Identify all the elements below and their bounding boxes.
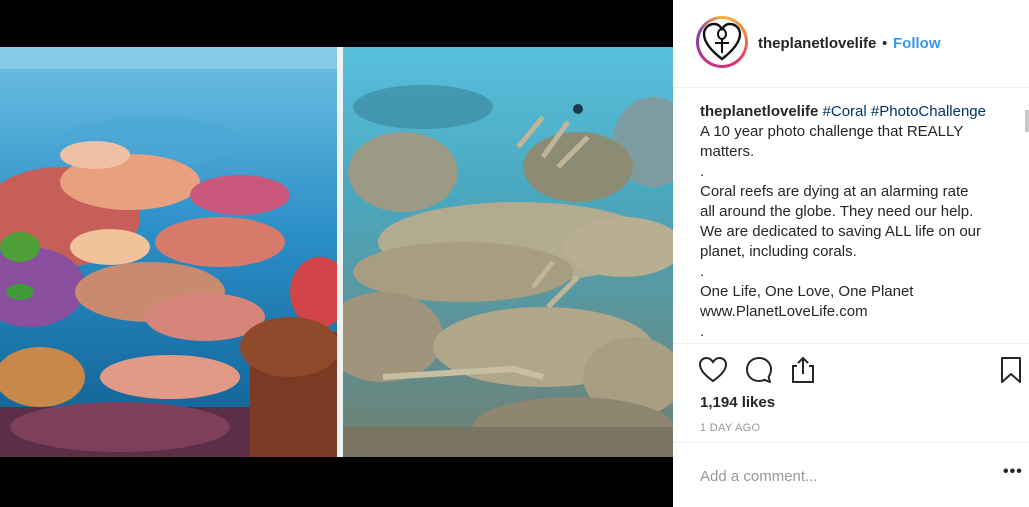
heart-icon[interactable] <box>697 354 729 386</box>
caption-line: We are dedicated to saving ALL life on o… <box>700 223 982 240</box>
more-options-icon[interactable]: ••• <box>1003 464 1023 483</box>
caption-username-link[interactable]: theplanetlovelife <box>700 103 818 120</box>
caption-first-line: theplanetlovelife #Coral #PhotoChallenge <box>700 102 1018 122</box>
avatar[interactable] <box>696 16 748 68</box>
caption-line: . <box>700 323 705 340</box>
caption-line: One Life, One Love, One Planet <box>700 283 914 300</box>
hashtag-link[interactable]: #PhotoChallenge <box>871 103 986 120</box>
bleached-coral-image <box>343 47 673 457</box>
post-timestamp[interactable]: 1 DAY AGO <box>700 422 760 434</box>
healthy-coral-image <box>0 47 337 457</box>
comment-input[interactable] <box>700 465 970 487</box>
username-link[interactable]: theplanetlovelife <box>758 35 876 52</box>
bookmark-icon[interactable] <box>995 354 1027 386</box>
caption-line: all around the globe. They need our help… <box>700 203 974 220</box>
like-count[interactable]: 1,194 likes <box>700 394 775 411</box>
caption-line: A 10 year photo challenge that REALLY <box>700 123 964 140</box>
follow-button[interactable]: Follow <box>893 35 941 52</box>
bleached-coral-photo <box>343 47 673 457</box>
bullet-separator: • <box>882 35 888 52</box>
hashtag-link[interactable]: #Coral <box>823 103 867 120</box>
post-side-panel: theplanetlovelife • Follow theplanetlove… <box>673 0 1029 507</box>
action-bar <box>673 343 1029 393</box>
comment-icon[interactable] <box>743 354 775 386</box>
post-media[interactable] <box>0 0 673 507</box>
caption-line: . <box>700 163 705 180</box>
caption-scroll-area[interactable]: theplanetlovelife #Coral #PhotoChallenge… <box>673 89 1025 343</box>
healthy-coral-photo <box>0 47 337 457</box>
caption-line: www.PlanetLoveLife.com <box>700 303 868 320</box>
caption-line: . <box>700 263 705 280</box>
planet-love-logo-icon <box>699 19 745 65</box>
post-header: theplanetlovelife • Follow <box>673 0 1029 88</box>
caption-line: planet, including corals. <box>700 243 857 260</box>
caption-line: matters. <box>700 143 755 160</box>
caption-scrollbar-thumb[interactable] <box>1025 110 1029 132</box>
comment-bar: ••• <box>673 442 1029 507</box>
caption-line: Coral reefs are dying at an alarming rat… <box>700 183 969 200</box>
share-icon[interactable] <box>787 354 819 386</box>
caption: theplanetlovelife #Coral #PhotoChallenge… <box>700 102 1018 342</box>
